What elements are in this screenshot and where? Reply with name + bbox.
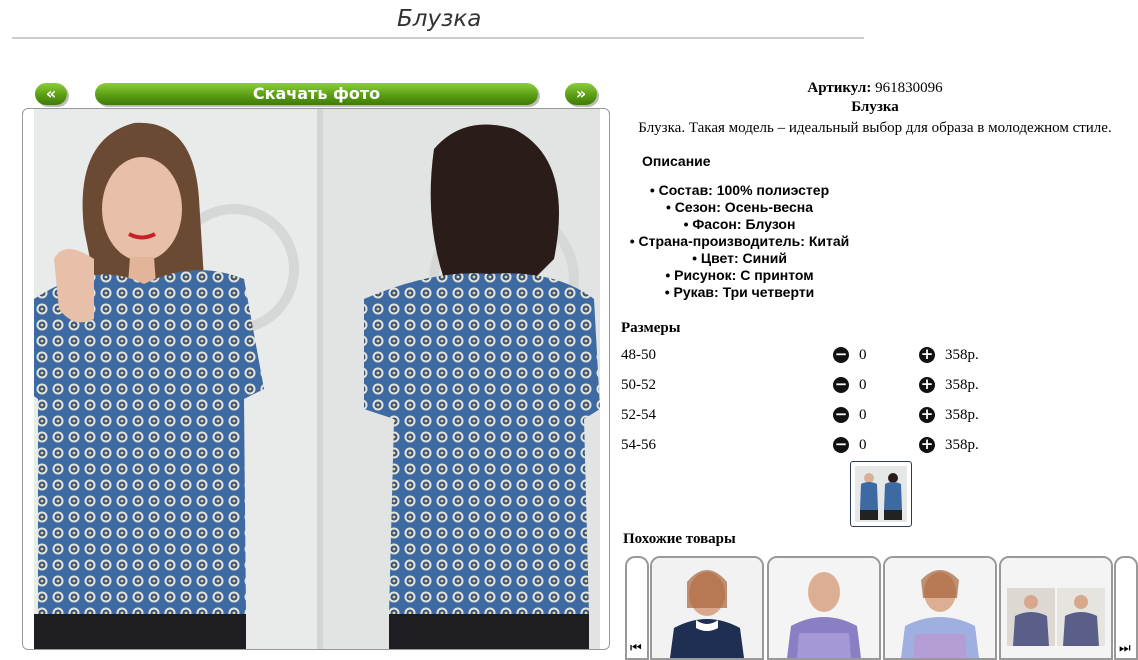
size-quantity: 0 — [859, 407, 867, 423]
decrease-quantity-icon[interactable]: − — [833, 347, 849, 363]
property-item: • Рисунок: С принтом — [665, 267, 814, 283]
size-price: 358р. — [945, 377, 979, 393]
similar-prev-button[interactable]: ⏮ — [625, 556, 649, 660]
size-label: 54-56 — [621, 437, 656, 453]
title-divider — [12, 37, 864, 39]
increase-quantity-icon[interactable]: + — [919, 407, 935, 423]
similar-product-card[interactable] — [999, 556, 1113, 660]
size-row: 48-50 − 0 + 358р. — [621, 345, 1041, 367]
decrease-quantity-icon[interactable]: − — [833, 437, 849, 453]
article-label: Артикул: — [807, 80, 872, 96]
size-price: 358р. — [945, 437, 979, 453]
photo-thumbnail[interactable] — [850, 461, 912, 527]
similar-next-button[interactable]: ⏭ — [1114, 556, 1138, 660]
product-photo-frame — [22, 108, 610, 650]
size-row: 50-52 − 0 + 358р. — [621, 375, 1041, 397]
next-photo-button[interactable]: » — [565, 83, 597, 105]
size-price: 358р. — [945, 407, 979, 423]
size-quantity: 0 — [859, 347, 867, 363]
article-value: 961830096 — [875, 80, 943, 96]
property-item: • Сезон: Осень-весна — [665, 199, 814, 215]
similar-products-heading: Похожие товары — [623, 531, 736, 547]
property-item: • Цвет: Синий — [692, 250, 787, 266]
size-quantity: 0 — [859, 377, 867, 393]
increase-quantity-icon[interactable]: + — [919, 347, 935, 363]
product-photo[interactable] — [34, 109, 600, 649]
similar-product-card[interactable] — [650, 556, 764, 660]
increase-quantity-icon[interactable]: + — [919, 377, 935, 393]
size-label: 48-50 — [621, 347, 656, 363]
size-row: 52-54 − 0 + 358р. — [621, 405, 1041, 427]
skip-forward-icon: ⏭ — [1119, 641, 1131, 656]
property-item: • Рукав: Три четверти — [664, 284, 815, 300]
page-title: Блузка — [397, 6, 482, 32]
product-description: Блузка. Такая модель – идеальный выбор д… — [638, 120, 1112, 136]
sizes-heading: Размеры — [621, 320, 681, 336]
article-line: Артикул: 961830096 — [612, 80, 1138, 97]
size-price: 358р. — [945, 347, 979, 363]
download-photo-button[interactable]: Скачать фото — [95, 83, 538, 105]
properties-list: • Состав: 100% полиэстер • Сезон: Осень-… — [612, 182, 1138, 301]
similar-product-card[interactable] — [883, 556, 997, 660]
decrease-quantity-icon[interactable]: − — [833, 407, 849, 423]
prev-photo-button[interactable]: « — [35, 83, 67, 105]
description-heading: Описание — [642, 153, 711, 169]
property-item: • Состав: 100% полиэстер — [649, 182, 830, 198]
size-label: 50-52 — [621, 377, 656, 393]
size-label: 52-54 — [621, 407, 656, 423]
property-item: • Фасон: Блузон — [683, 216, 796, 232]
property-item: • Страна-производитель: Китай — [629, 233, 850, 249]
decrease-quantity-icon[interactable]: − — [833, 377, 849, 393]
similar-product-card[interactable] — [767, 556, 881, 660]
skip-back-icon: ⏮ — [630, 641, 642, 656]
increase-quantity-icon[interactable]: + — [919, 437, 935, 453]
size-row: 54-56 − 0 + 358р. — [621, 435, 1041, 457]
product-name: Блузка — [851, 99, 899, 115]
size-quantity: 0 — [859, 437, 867, 453]
